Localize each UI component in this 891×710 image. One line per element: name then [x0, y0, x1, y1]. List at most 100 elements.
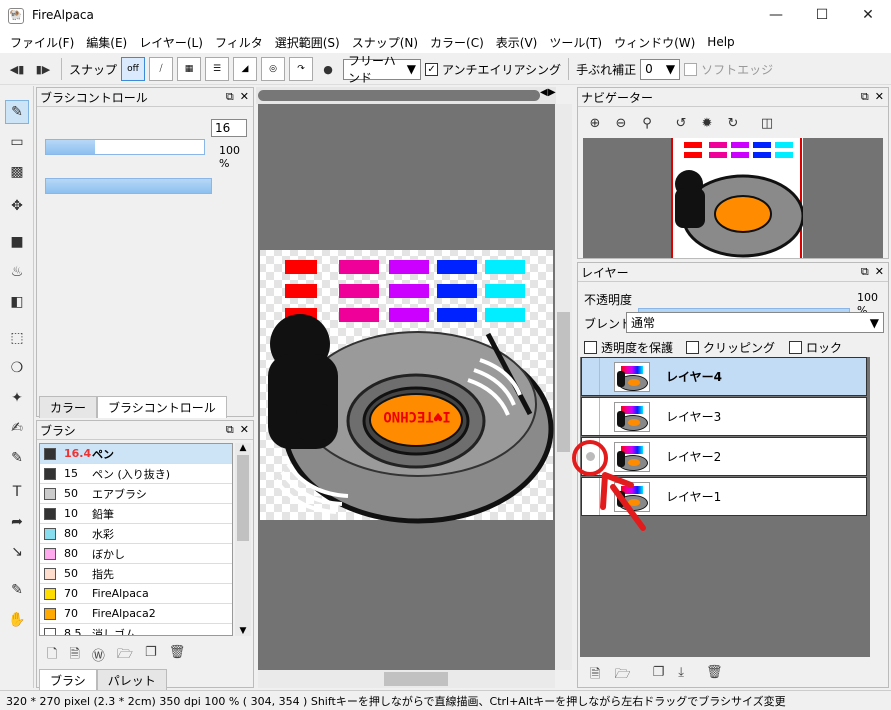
float-icon[interactable]: ⧉: [226, 90, 234, 104]
stroke-mode-select[interactable]: フリーハンド ▼: [343, 54, 422, 85]
new-layer-icon[interactable]: 🗎: [590, 665, 600, 687]
snap-concentric-icon[interactable]: ◎: [261, 57, 286, 81]
duplicate-icon[interactable]: ❐: [145, 645, 157, 667]
brush-item[interactable]: 8.5 消しゴム: [40, 624, 232, 635]
layer-visibility-toggle[interactable]: [582, 358, 600, 395]
lock-checkbox[interactable]: [789, 341, 802, 354]
eraser-tool-icon[interactable]: ▭: [5, 130, 29, 154]
menu-snap[interactable]: スナップ(N): [346, 34, 424, 51]
flip-right-icon[interactable]: ▮▶: [32, 58, 54, 80]
close-icon[interactable]: ✕: [240, 90, 249, 104]
float-icon[interactable]: ⧉: [861, 265, 869, 279]
menu-help[interactable]: Help: [701, 35, 740, 49]
tab-scroll-right-icon[interactable]: ▶: [548, 87, 556, 98]
scroll-down-icon[interactable]: ▼: [235, 626, 251, 636]
move-tool-icon[interactable]: ✥: [5, 194, 29, 218]
menu-filter[interactable]: フィルタ: [209, 34, 269, 51]
new-brush-2-icon[interactable]: 🗎: [69, 645, 79, 667]
menu-window[interactable]: ウィンドウ(W): [608, 34, 701, 51]
canvas-hscrollbar[interactable]: [258, 670, 555, 688]
snap-parallel-icon[interactable]: ⧸: [149, 57, 174, 81]
gradient-tool-icon[interactable]: ◧: [5, 290, 29, 314]
float-icon[interactable]: ⧉: [226, 423, 234, 437]
layer-row[interactable]: レイヤー4: [581, 357, 867, 396]
new-folder-icon[interactable]: 🗁: [614, 665, 630, 687]
brush-item[interactable]: 50 エアブラシ: [40, 484, 232, 504]
magic-wand-tool-icon[interactable]: ✦: [5, 386, 29, 410]
blur-tool-icon[interactable]: ↘: [5, 540, 29, 564]
merge-down-icon[interactable]: ⤓: [678, 665, 684, 687]
brush-size-slider[interactable]: [45, 139, 205, 155]
zoom-fit-icon[interactable]: ⚲: [636, 112, 658, 134]
close-icon[interactable]: ✕: [875, 265, 884, 279]
clipping-option[interactable]: クリッピング: [686, 339, 775, 356]
menu-edit[interactable]: 編集(E): [80, 34, 133, 51]
operation-tool-icon[interactable]: ➦: [5, 510, 29, 534]
tab-brush[interactable]: ブラシ: [39, 669, 97, 691]
tab-brush-control[interactable]: ブラシコントロール: [97, 396, 227, 418]
blend-mode-select[interactable]: 通常 ▼: [626, 312, 884, 333]
protect-alpha-checkbox[interactable]: [584, 341, 597, 354]
brush-item[interactable]: 80 水彩: [40, 524, 232, 544]
menu-layer[interactable]: レイヤー(L): [133, 34, 209, 51]
menu-view[interactable]: 表示(V): [490, 34, 544, 51]
menu-color[interactable]: カラー(C): [424, 34, 490, 51]
brush-item[interactable]: 16.4 ペン: [40, 444, 232, 464]
snap-curve-icon[interactable]: ↷: [289, 57, 314, 81]
brush-list-scrollbar[interactable]: ▲ ▼: [235, 443, 251, 636]
brush-size-input[interactable]: 16: [211, 119, 247, 137]
select-eraser-tool-icon[interactable]: ✎: [5, 446, 29, 470]
flip-left-icon[interactable]: ◀▮: [6, 58, 28, 80]
folder-icon[interactable]: 🗁: [117, 645, 133, 667]
document-tab[interactable]: [258, 90, 540, 101]
brush-opacity-slider[interactable]: [45, 178, 212, 194]
canvas-vscrollbar[interactable]: [555, 104, 572, 670]
tab-scroll-left-icon[interactable]: ◀: [540, 87, 548, 98]
lasso-tool-icon[interactable]: ❍: [5, 356, 29, 380]
snap-grid-icon[interactable]: ▦: [177, 57, 202, 81]
brush-item[interactable]: 10 鉛筆: [40, 504, 232, 524]
stabilizer-select[interactable]: 0 ▼: [640, 58, 681, 80]
dot-tool-icon[interactable]: ▩: [5, 160, 29, 184]
script-brush-icon[interactable]: Ⓦ: [92, 645, 105, 667]
canvas-viewport[interactable]: I♥TECHNO: [258, 104, 555, 670]
snap-perspective-icon[interactable]: ◢: [233, 57, 258, 81]
clipping-checkbox[interactable]: [686, 341, 699, 354]
menu-select[interactable]: 選択範囲(S): [269, 34, 346, 51]
tab-palette[interactable]: パレット: [96, 669, 167, 691]
maximize-button[interactable]: ☐: [799, 0, 845, 31]
text-tool-icon[interactable]: T: [5, 480, 29, 504]
fill-rect-tool-icon[interactable]: ■: [5, 230, 29, 254]
rotate-left-icon[interactable]: ↺: [670, 112, 692, 134]
close-button[interactable]: ✕: [845, 0, 891, 31]
tab-color[interactable]: カラー: [39, 396, 98, 418]
snap-lines-icon[interactable]: ☰: [205, 57, 230, 81]
snap-off-button[interactable]: off: [121, 57, 146, 81]
select-pen-tool-icon[interactable]: ✍: [5, 416, 29, 440]
brush-item[interactable]: 15 ペン (入り抜き): [40, 464, 232, 484]
zoom-out-icon[interactable]: ⊖: [610, 112, 632, 134]
scroll-thumb[interactable]: [237, 455, 249, 541]
rect-select-tool-icon[interactable]: ⬚: [5, 326, 29, 350]
brush-item[interactable]: 80 ぼかし: [40, 544, 232, 564]
antialias-checkbox[interactable]: ✓: [425, 62, 439, 76]
new-brush-icon[interactable]: 🗋: [47, 645, 57, 667]
close-icon[interactable]: ✕: [240, 423, 249, 437]
menu-tool[interactable]: ツール(T): [543, 34, 608, 51]
bucket-tool-icon[interactable]: ♨: [5, 260, 29, 284]
menu-file[interactable]: ファイル(F): [4, 34, 80, 51]
flip-icon[interactable]: ◫: [756, 112, 778, 134]
soft-edge-checkbox[interactable]: [684, 62, 698, 76]
pen-tool-icon[interactable]: ✎: [5, 100, 29, 124]
navigator-preview[interactable]: [583, 138, 883, 258]
lock-option[interactable]: ロック: [789, 339, 842, 356]
duplicate-layer-icon[interactable]: ❐: [653, 665, 665, 687]
scroll-up-icon[interactable]: ▲: [235, 443, 251, 453]
zoom-in-icon[interactable]: ⊕: [584, 112, 606, 134]
delete-layer-icon[interactable]: 🗑: [706, 665, 723, 687]
hscroll-thumb[interactable]: [384, 672, 448, 686]
brush-item[interactable]: 70 FireAlpaca: [40, 584, 232, 604]
rotate-reset-icon[interactable]: ✹: [696, 112, 718, 134]
brush-item[interactable]: 50 指先: [40, 564, 232, 584]
trash-icon[interactable]: 🗑: [169, 645, 186, 667]
